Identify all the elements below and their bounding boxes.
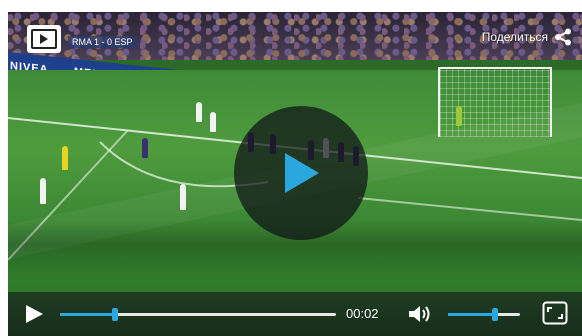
video-player[interactable]: NIVEA MEN NIVEA MEN NIVEA MEN NIVEA MEN	[8, 12, 582, 336]
volume-thumb[interactable]	[491, 308, 498, 321]
volume-icon[interactable]	[408, 304, 432, 324]
fullscreen-icon[interactable]	[542, 301, 568, 325]
footballer	[40, 178, 46, 204]
scorebug: RMA 1 - 0 ESP	[68, 36, 137, 48]
play-icon	[285, 153, 319, 193]
footballer	[180, 184, 186, 210]
goalkeeper	[456, 106, 462, 126]
volume-fill	[448, 313, 495, 316]
footballer	[196, 102, 202, 122]
progress-fill	[60, 313, 116, 316]
current-time: 00:02	[346, 306, 379, 321]
play-icon[interactable]	[24, 304, 44, 324]
volume-track[interactable]	[448, 308, 520, 321]
share-button[interactable]: Поделиться	[482, 28, 572, 46]
big-play-button[interactable]	[234, 106, 368, 240]
share-icon	[555, 28, 571, 46]
progress-thumb[interactable]	[112, 308, 119, 321]
video-logo-glyph	[31, 29, 57, 49]
footballer	[142, 138, 148, 158]
goal-net	[438, 67, 552, 137]
footballer	[210, 112, 216, 132]
progress-track[interactable]	[60, 308, 336, 321]
video-logo-icon[interactable]	[27, 25, 61, 53]
referee	[62, 146, 68, 170]
control-bar: 00:02	[8, 292, 582, 336]
video-frame[interactable]: NIVEA MEN NIVEA MEN NIVEA MEN NIVEA MEN	[8, 12, 582, 292]
share-label: Поделиться	[481, 30, 548, 44]
